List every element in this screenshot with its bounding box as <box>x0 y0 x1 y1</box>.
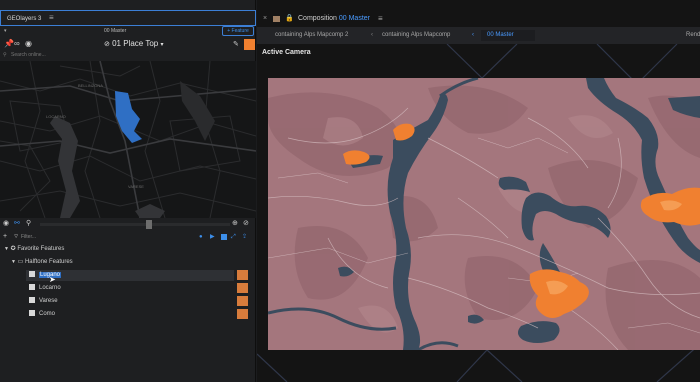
list-item-label: Locarno <box>39 285 61 291</box>
export-icon[interactable]: ⇪ <box>242 231 247 243</box>
zoom-in-icon[interactable]: ⊕ <box>232 219 238 227</box>
list-item-label: Como <box>39 311 56 317</box>
color-swatch[interactable] <box>244 39 255 50</box>
pin-icon[interactable]: 📌 <box>4 39 14 48</box>
filter-icon: ⛛ <box>14 234 19 240</box>
minimap-svg: BELLINZONA LOCARNO VARESE <box>0 61 256 218</box>
search-icon: ⚲ <box>3 52 7 58</box>
place-label: 01 Place Top <box>112 39 159 48</box>
map-label-locarno: LOCARNO <box>46 114 66 119</box>
panel-title-bar: GEOlayers 3 ≡ <box>0 11 256 25</box>
breadcrumb-item[interactable]: containing Alps Mapcomp <box>382 27 450 44</box>
disable-icon[interactable]: ⊘ <box>243 219 249 227</box>
comp-selector-row: ▾ 00 Master <box>0 26 256 37</box>
composition-label: Composition <box>298 15 337 22</box>
feature-color-swatch[interactable] <box>237 283 248 293</box>
stop-icon[interactable] <box>221 234 227 240</box>
feature-color-swatch[interactable] <box>237 270 248 280</box>
filter-bar: + ⛛ Filter... ● ▶ ⤢ ⇪ <box>0 231 256 243</box>
mouse-cursor-icon: ➤ <box>49 275 56 284</box>
expand-icon[interactable]: ⤢ <box>231 231 236 243</box>
tag-icon: ⊘ <box>104 41 110 48</box>
geolayers-panel: GEOlayers 3 ≡ ▾ 00 Master + Feature 📌 ∞ … <box>0 0 256 382</box>
search-input[interactable]: ⚲ Search online... <box>0 51 256 60</box>
link-chain-icon[interactable]: ⚯ <box>14 219 20 227</box>
tab-menu-icon[interactable]: ≡ <box>378 12 383 26</box>
composition-title[interactable]: Composition 00 Master <box>298 12 370 26</box>
star-icon: ✪ <box>10 246 16 252</box>
folder-icon: ▭ <box>17 259 24 265</box>
viewer-label: Active Camera <box>262 49 311 56</box>
tree-group-halftone[interactable]: ▼ ▭ Halftone Features <box>11 257 73 268</box>
tree-group-favorite[interactable]: ▼ ✪ Favorite Features <box>4 244 64 255</box>
filter-input[interactable]: Filter... <box>21 231 36 243</box>
list-item[interactable]: Locarno <box>29 283 61 294</box>
map-viewport[interactable] <box>268 78 700 350</box>
checkbox[interactable] <box>29 271 35 278</box>
place-dropdown[interactable]: ⊘ 01 Place Top ▾ <box>104 39 163 48</box>
eye-icon[interactable]: ◉ <box>3 219 9 227</box>
zoom-icon[interactable]: ⚲ <box>26 219 31 227</box>
dot-icon[interactable]: ● <box>199 231 203 243</box>
zoom-slider-handle[interactable] <box>146 220 152 229</box>
map-label-varese: VARESE <box>128 184 144 189</box>
chevron-left-icon: ‹ <box>472 32 474 38</box>
checkbox[interactable] <box>29 310 35 317</box>
panel-menu-icon[interactable]: ≡ <box>49 13 54 22</box>
map-label-bellinzona: BELLINZONA <box>78 83 103 88</box>
list-item[interactable]: Como <box>29 309 55 320</box>
tree-group-label: Favorite Features <box>17 246 65 252</box>
play-icon[interactable]: ▶ <box>210 231 215 243</box>
chevron-down-icon: ▾ <box>160 42 164 48</box>
minimap-toolbar: ◉ ⚯ ⚲ ⊕ ⊘ <box>0 218 256 230</box>
lock-icon[interactable]: 🔒 <box>285 12 294 26</box>
link-icon[interactable]: ∞ <box>14 39 20 48</box>
checkbox[interactable] <box>29 297 35 304</box>
list-item-label: Varese <box>39 298 58 304</box>
chevron-left-icon: ‹ <box>371 32 373 38</box>
feature-color-swatch[interactable] <box>237 309 248 319</box>
comp-color-icon <box>273 16 280 22</box>
expand-arrow-icon: ▼ <box>11 259 16 265</box>
tree-group-label: Halftone Features <box>24 259 73 265</box>
list-item[interactable]: Varese <box>29 296 58 307</box>
master-comp-label[interactable]: 00 Master <box>104 26 126 37</box>
search-placeholder: Search online... <box>11 52 46 58</box>
composition-panel: × 🔒 Composition 00 Master ≡ containing A… <box>257 0 700 382</box>
list-item[interactable]: Lugano <box>29 270 62 281</box>
composition-name: 00 Master <box>338 15 370 22</box>
globe-icon[interactable]: ◉ <box>25 39 32 48</box>
comp-dropdown-icon[interactable]: ▾ <box>4 26 7 37</box>
breadcrumb-item[interactable]: containing Alps Mapcomp 2 <box>275 27 348 44</box>
checkbox[interactable] <box>29 284 35 291</box>
composition-tab-bar: × 🔒 Composition 00 Master ≡ <box>257 12 700 26</box>
render-label[interactable]: Rend <box>686 27 700 44</box>
brush-icon[interactable]: ✎ <box>233 40 239 48</box>
close-icon[interactable]: × <box>263 12 267 26</box>
zoom-slider-track[interactable] <box>40 223 230 226</box>
breadcrumb: containing Alps Mapcomp 2 ‹ containing A… <box>257 27 700 44</box>
feature-tree: ▼ ✪ Favorite Features ▼ ▭ Halftone Featu… <box>0 244 256 382</box>
minimap-preview[interactable]: BELLINZONA LOCARNO VARESE <box>0 61 256 218</box>
expand-arrow-icon: ▼ <box>4 246 9 252</box>
add-icon[interactable]: + <box>3 231 7 243</box>
breadcrumb-item-active[interactable]: 00 Master <box>481 30 535 41</box>
add-feature-button[interactable]: + Feature <box>222 26 254 36</box>
feature-color-swatch[interactable] <box>237 296 248 306</box>
map-render <box>268 78 700 350</box>
panel-title: GEOlayers 3 <box>7 16 42 22</box>
